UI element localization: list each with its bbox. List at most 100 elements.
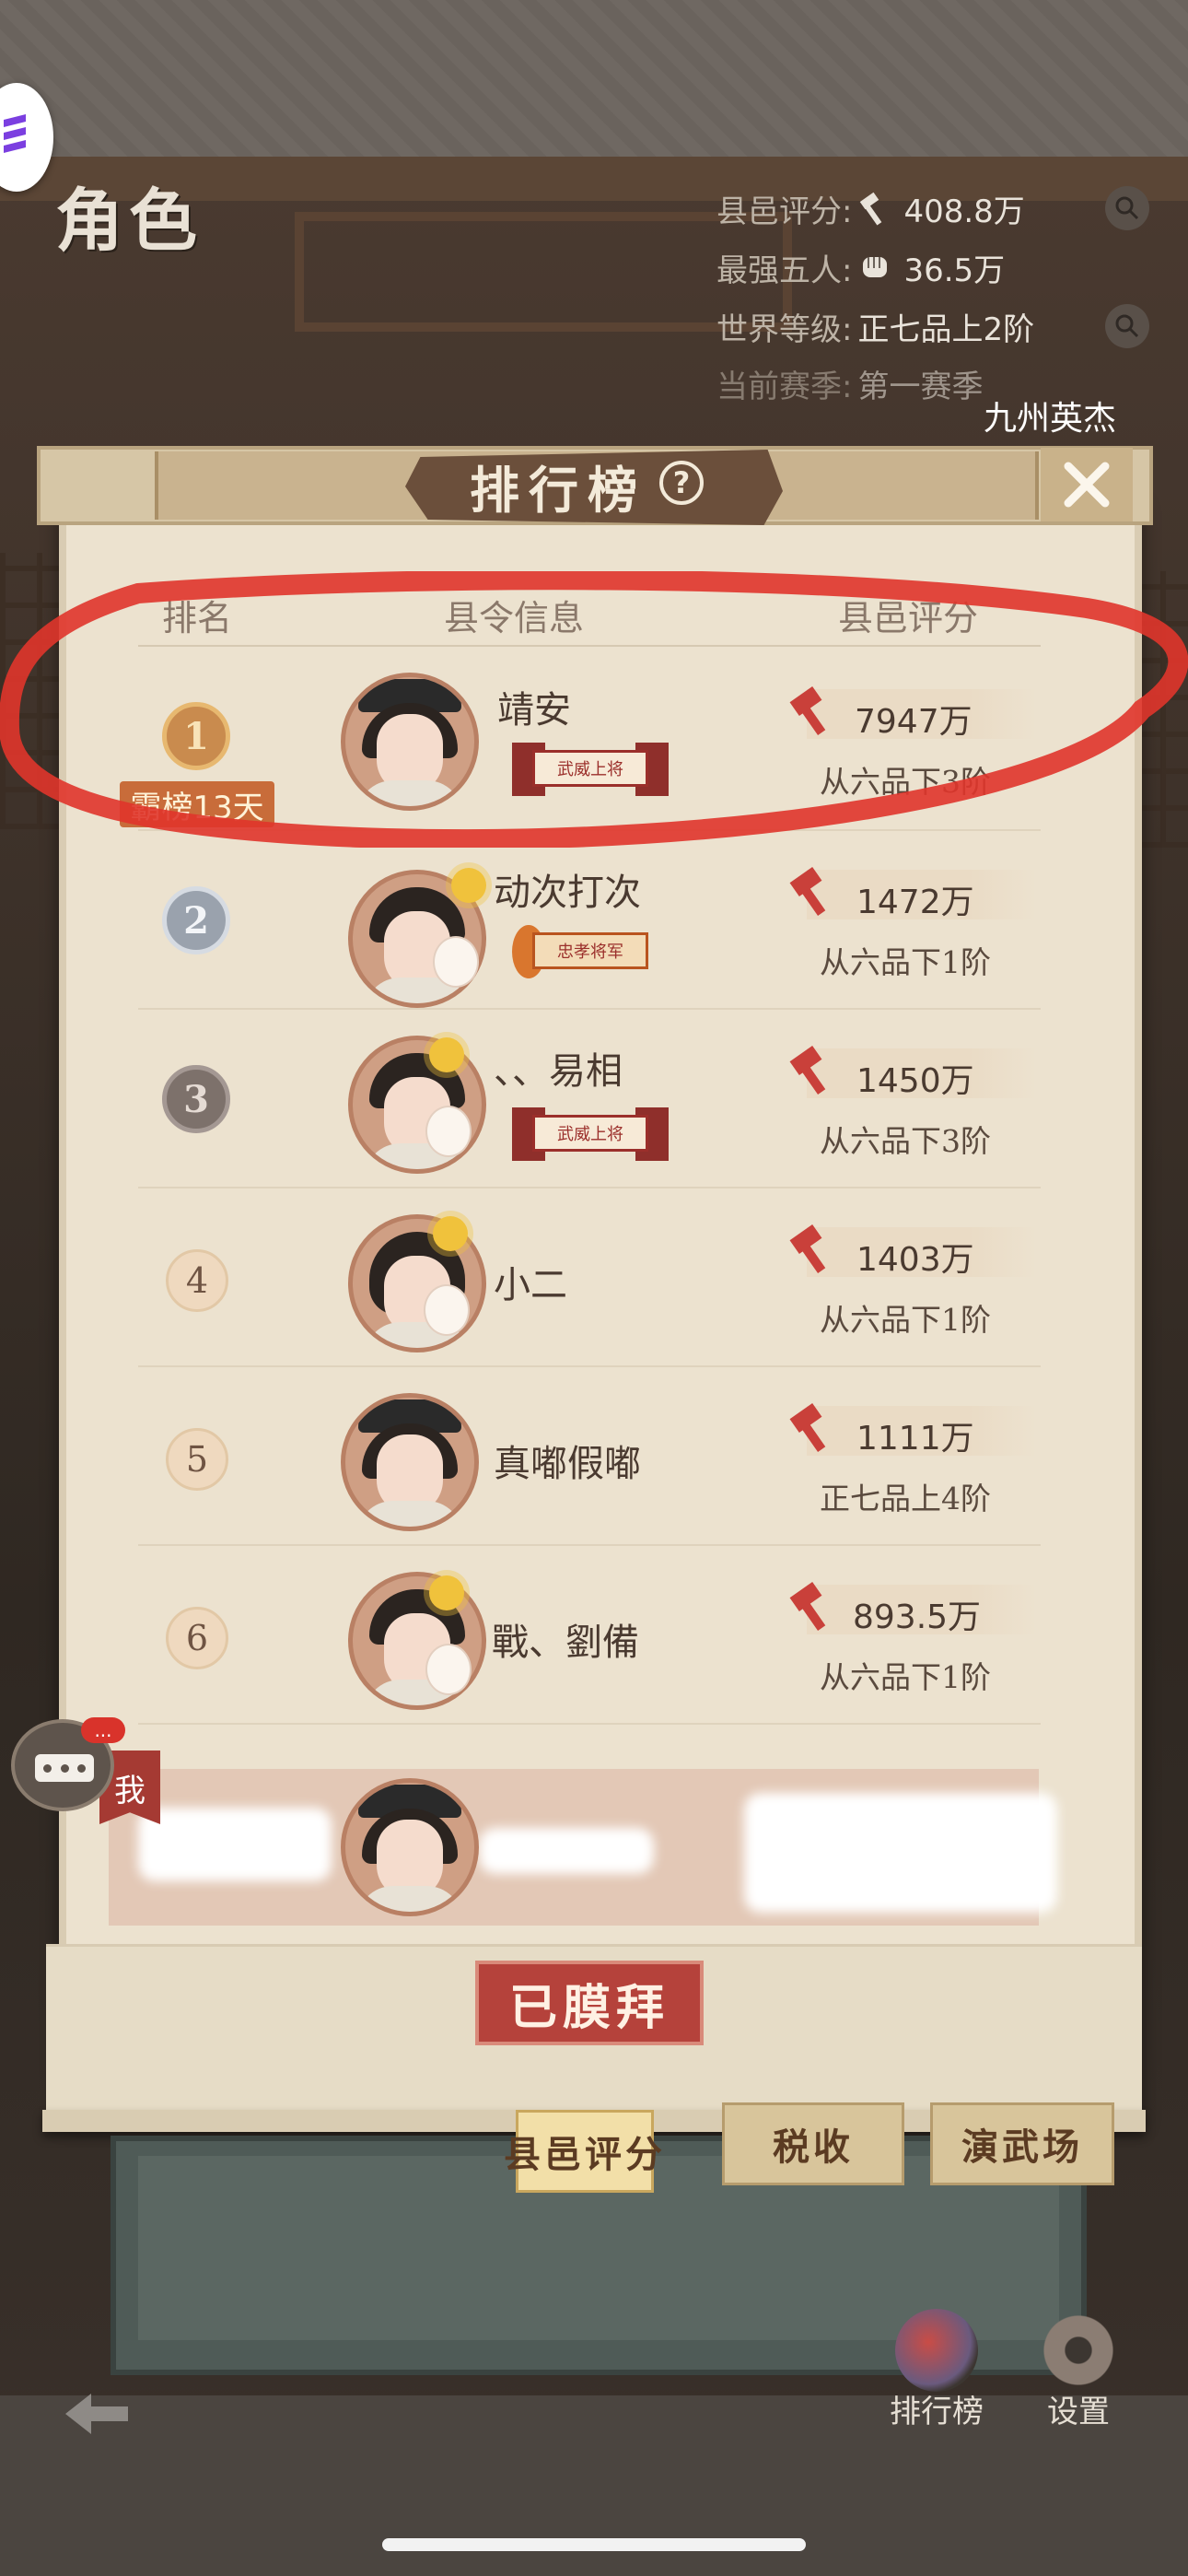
tab-tax[interactable]: 税收 xyxy=(722,2102,904,2185)
title-plate-text: 忠孝将军 xyxy=(532,932,648,969)
row-divider xyxy=(138,829,1041,831)
hammer-icon xyxy=(789,1403,826,1452)
player-name: 真嘟假嘟 xyxy=(494,1443,641,1485)
redacted-score xyxy=(744,1793,1057,1913)
header-divider xyxy=(138,645,1041,647)
row-divider xyxy=(138,1544,1041,1546)
chat-button[interactable]: ... xyxy=(11,1717,125,1811)
stat-current-season: 当前赛季: 第一赛季 xyxy=(716,357,983,409)
search-icon[interactable] xyxy=(1105,304,1149,348)
popup-title: 排行榜 xyxy=(470,461,646,520)
help-icon[interactable]: ? xyxy=(659,461,704,505)
nav-label: 设置 xyxy=(1047,2394,1110,2430)
page-title: 角色 xyxy=(55,181,203,261)
rank-number: 4 xyxy=(166,1249,228,1312)
consecutive-days-badge: 霸榜13天 xyxy=(120,781,274,827)
official-grade: 从六品下1阶 xyxy=(820,1659,991,1695)
avatar[interactable] xyxy=(348,1572,486,1710)
player-name: 、、易相 xyxy=(494,1050,623,1093)
player-name: 靖安 xyxy=(497,689,571,732)
worship-button[interactable]: 已膜拜 xyxy=(475,1961,704,2045)
rank-number: 6 xyxy=(166,1607,228,1669)
score-value: 893.5万 xyxy=(853,1598,982,1636)
score-value: 1111万 xyxy=(856,1420,974,1458)
hammer-icon xyxy=(860,192,882,226)
avatar[interactable] xyxy=(341,1778,479,1916)
leaderboard-icon xyxy=(895,2309,978,2392)
back-arrow-icon xyxy=(65,2394,128,2434)
rank-gold-medal-icon: 1 xyxy=(162,702,230,770)
hammer-icon xyxy=(789,1224,826,1273)
score-value: 1403万 xyxy=(856,1241,974,1279)
official-grade: 从六品下1阶 xyxy=(820,1302,991,1338)
chat-notification-badge: ... xyxy=(81,1717,125,1743)
top-bar-background xyxy=(0,0,1188,157)
player-name: 小二 xyxy=(494,1264,567,1306)
score-value: 7947万 xyxy=(855,703,973,741)
header-subtitle: 九州英杰 xyxy=(984,400,1117,438)
settings-nav-button[interactable]: 设置 xyxy=(1037,2309,1120,2431)
official-grade: 正七品上4阶 xyxy=(820,1481,991,1516)
stat-value: 正七品上2阶 xyxy=(857,310,1035,348)
home-indicator[interactable] xyxy=(382,2538,806,2551)
hammer-icon xyxy=(789,686,826,735)
close-button[interactable] xyxy=(1041,448,1133,521)
rabbit-decoration xyxy=(425,1106,472,1157)
chat-icon xyxy=(35,1754,94,1782)
stat-label: 最强五人: xyxy=(716,252,853,289)
stat-value: 408.8万 xyxy=(903,193,1025,230)
nav-label: 排行榜 xyxy=(890,2394,984,2430)
stat-value: 36.5万 xyxy=(903,252,1006,289)
stat-world-level: 世界等级: 正七品上2阶 xyxy=(716,300,1034,352)
player-name: 戰、劉備 xyxy=(492,1622,639,1664)
stat-value: 第一赛季 xyxy=(857,368,984,405)
hammer-icon xyxy=(789,1582,826,1631)
rabbit-decoration xyxy=(425,1644,472,1695)
avatar[interactable] xyxy=(341,673,479,811)
title-plate-text: 武威上将 xyxy=(532,1115,648,1152)
score-value: 1450万 xyxy=(856,1062,974,1100)
official-grade: 从六品下3阶 xyxy=(820,1123,991,1159)
player-name: 动次打次 xyxy=(494,872,641,914)
avatar[interactable] xyxy=(341,1393,479,1531)
assist-icon xyxy=(4,114,26,153)
fist-icon xyxy=(863,257,888,277)
title-plate-icon: 忠孝将军 xyxy=(512,919,669,984)
back-button[interactable] xyxy=(46,2368,147,2460)
flower-decoration xyxy=(433,1216,468,1251)
row-divider xyxy=(138,1187,1041,1188)
tab-county-score[interactable]: 县邑评分 xyxy=(504,2110,662,2193)
search-icon[interactable] xyxy=(1105,186,1149,230)
redacted-rank xyxy=(138,1808,332,1881)
tab-arena[interactable]: 演武场 xyxy=(930,2102,1114,2185)
row-divider xyxy=(138,1723,1041,1725)
stat-top-five: 最强五人: 36.5万 xyxy=(716,241,1005,293)
column-header-rank: 排名 xyxy=(162,598,233,638)
title-plate-text: 武威上将 xyxy=(532,750,648,787)
column-header-county-score: 县邑评分 xyxy=(838,598,979,638)
flower-decoration xyxy=(429,1575,464,1610)
rank-silver-medal-icon: 2 xyxy=(162,886,230,954)
row-divider xyxy=(138,1365,1041,1367)
close-icon xyxy=(1064,462,1110,508)
title-plate-icon: 武威上将 xyxy=(512,737,669,802)
official-grade: 从六品下1阶 xyxy=(820,944,991,980)
title-plate-icon: 武威上将 xyxy=(512,1102,669,1166)
avatar[interactable] xyxy=(348,1036,486,1174)
stat-label: 县邑评分: xyxy=(716,193,853,230)
rank-number: 5 xyxy=(166,1428,228,1491)
rabbit-decoration xyxy=(433,936,479,988)
hammer-icon xyxy=(789,1046,826,1095)
rank-bronze-medal-icon: 3 xyxy=(162,1065,230,1133)
column-header-magistrate-info: 县令信息 xyxy=(444,598,585,638)
score-value: 1472万 xyxy=(856,884,974,921)
hammer-icon xyxy=(789,867,826,916)
gear-icon xyxy=(1037,2309,1120,2392)
flower-decoration xyxy=(451,868,486,903)
stat-label: 世界等级: xyxy=(716,310,853,348)
flower-decoration xyxy=(429,1037,464,1072)
stat-label: 当前赛季: xyxy=(716,368,853,405)
official-grade: 从六品下3阶 xyxy=(820,764,991,800)
stat-county-score: 县邑评分: 408.8万 xyxy=(716,182,1025,234)
leaderboard-nav-button[interactable]: 排行榜 xyxy=(890,2309,984,2431)
